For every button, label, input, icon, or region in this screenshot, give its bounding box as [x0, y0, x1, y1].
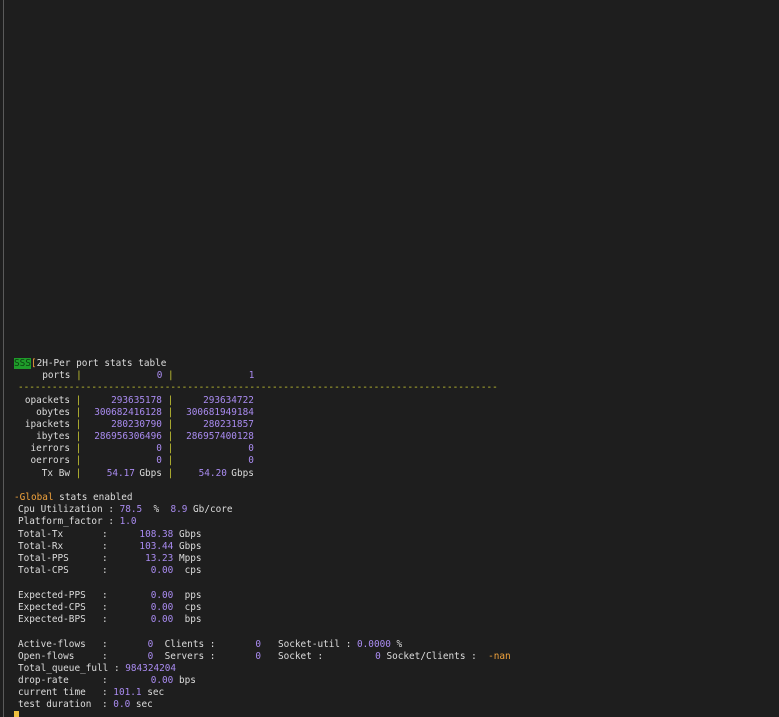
terminal-border [3, 0, 4, 717]
terminal-window[interactable]: SSS[2H-Per port stats table ports | 0 | … [0, 0, 779, 717]
stat-label: Total-CPS [18, 565, 69, 576]
stat-value: 0.00 [150, 565, 174, 576]
platform-factor-row: Platform_factor : 1.0 [18, 516, 137, 527]
port-0-header: 0 [156, 370, 163, 381]
stat-label: Total-Rx [18, 541, 64, 552]
stat-unit: bps [178, 614, 202, 625]
port-stat-row: Tx Bw | 54.17 Gbps | 54.20 Gbps [14, 468, 254, 480]
cpu-utilization-row: Cpu Utilization : 78.5 % 8.9 Gb/core [18, 504, 233, 515]
port-stat-row: ipackets | 280230790 | 280231857 [14, 419, 254, 431]
port-1-value: 286957400128 [186, 431, 254, 442]
port-stat-label: ierrors [30, 443, 70, 454]
port-stat-row: opackets | 293635178 | 293634722 [14, 395, 254, 407]
stat-value: 103.44 [139, 541, 174, 552]
port-stat-label: ipackets [24, 419, 70, 430]
port-1-header: 1 [248, 370, 255, 381]
stat-label: Expected-BPS [18, 614, 86, 625]
stat-value: 0.00 [150, 602, 174, 613]
stat-value: 0.00 [150, 590, 174, 601]
port-0-value: 293635178 [111, 395, 162, 406]
platform-factor-value: 1.0 [119, 516, 137, 527]
stat-row: Total-CPS: 0.00 cps [18, 565, 202, 576]
port-stat-label: obytes [36, 407, 70, 418]
stat-label: Total-Tx [18, 529, 64, 540]
port-0-value: 300682416128 [94, 407, 162, 418]
stat-unit: Gbps [178, 529, 202, 540]
port-1-value: 0 [248, 455, 254, 466]
stat-row: Expected-CPS: 0.00 cps [18, 602, 202, 613]
port-0-value: 54.17 [106, 468, 135, 479]
stat-row: Expected-BPS: 0.00 bps [18, 614, 202, 625]
port-0-value: 0 [156, 443, 162, 454]
port-1-value: 280231857 [203, 419, 254, 430]
global-label: Global [19, 492, 54, 503]
terminal-cursor [14, 711, 19, 717]
total-queue-full-row: Total_queue_full : 984324204 [18, 663, 177, 674]
stat-unit: cps [178, 565, 202, 576]
port-1-value: 54.20 [198, 468, 227, 479]
port-stat-row: obytes | 300682416128 | 300681949184 [14, 407, 254, 419]
stat-row: Expected-PPS: 0.00 pps [18, 590, 202, 601]
header-badge: SSS [14, 358, 31, 369]
port-stat-label: oerrors [30, 455, 70, 466]
table-divider: ----------------------------------------… [18, 382, 498, 393]
header-title: 2H-Per port stats table [36, 358, 167, 369]
port-0-value: 280230790 [111, 419, 162, 430]
per-port-header: SSS[2H-Per port stats table [14, 358, 166, 370]
stat-label: Total-PPS [18, 553, 69, 564]
port-stat-label: ibytes [36, 431, 70, 442]
port-stat-label: opackets [24, 395, 70, 406]
port-stat-label: Tx Bw [41, 468, 70, 479]
port-1-value: 0 [248, 443, 254, 454]
stat-unit: cps [178, 602, 202, 613]
stat-row: Total-PPS: 13.23 Mpps [18, 553, 202, 564]
stat-label: Expected-CPS [18, 602, 86, 613]
port-stat-row: ibytes | 286956306496 | 286957400128 [14, 431, 254, 443]
port-0-value: 0 [156, 455, 162, 466]
stat-value: 108.38 [139, 529, 174, 540]
global-stats-header: -Global stats enabled [14, 492, 133, 503]
port-1-value: 293634722 [203, 395, 254, 406]
stat-label: Expected-PPS [18, 590, 86, 601]
stat-row: Total-Rx: 103.44 Gbps [18, 541, 202, 552]
stat-value: 0.00 [150, 614, 174, 625]
active-flows-row: Active-flows: 0 Clients : 0 Socket-util … [18, 639, 403, 650]
stat-row: Total-Tx: 108.38 Gbps [18, 529, 202, 540]
open-flows-row: Open-flows: 0 Servers : 0 Socket : 0 Soc… [18, 651, 511, 662]
test-duration-row: test duration: 0.0 sec [18, 699, 153, 710]
port-0-unit: Gbps [139, 468, 162, 479]
stat-value: 13.23 [145, 553, 174, 564]
stat-unit: pps [178, 590, 202, 601]
port-1-value: 300681949184 [186, 407, 254, 418]
drop-rate-row: drop-rate: 0.00 bps [18, 675, 196, 686]
stat-unit: Gbps [178, 541, 202, 552]
port-0-value: 286956306496 [94, 431, 162, 442]
port-stat-row: oerrors | 0 | 0 [14, 455, 254, 467]
cpu-core-value: 8.9 [170, 504, 188, 515]
current-time-row: current time: 101.1 sec [18, 687, 165, 698]
cpu-value: 78.5 [119, 504, 143, 515]
port-stat-row: ierrors | 0 | 0 [14, 443, 254, 455]
ports-label: ports [42, 370, 71, 381]
ports-row: ports | 0 | 1 [42, 370, 255, 381]
stat-unit: Mpps [178, 553, 202, 564]
port-1-unit: Gbps [231, 468, 254, 479]
